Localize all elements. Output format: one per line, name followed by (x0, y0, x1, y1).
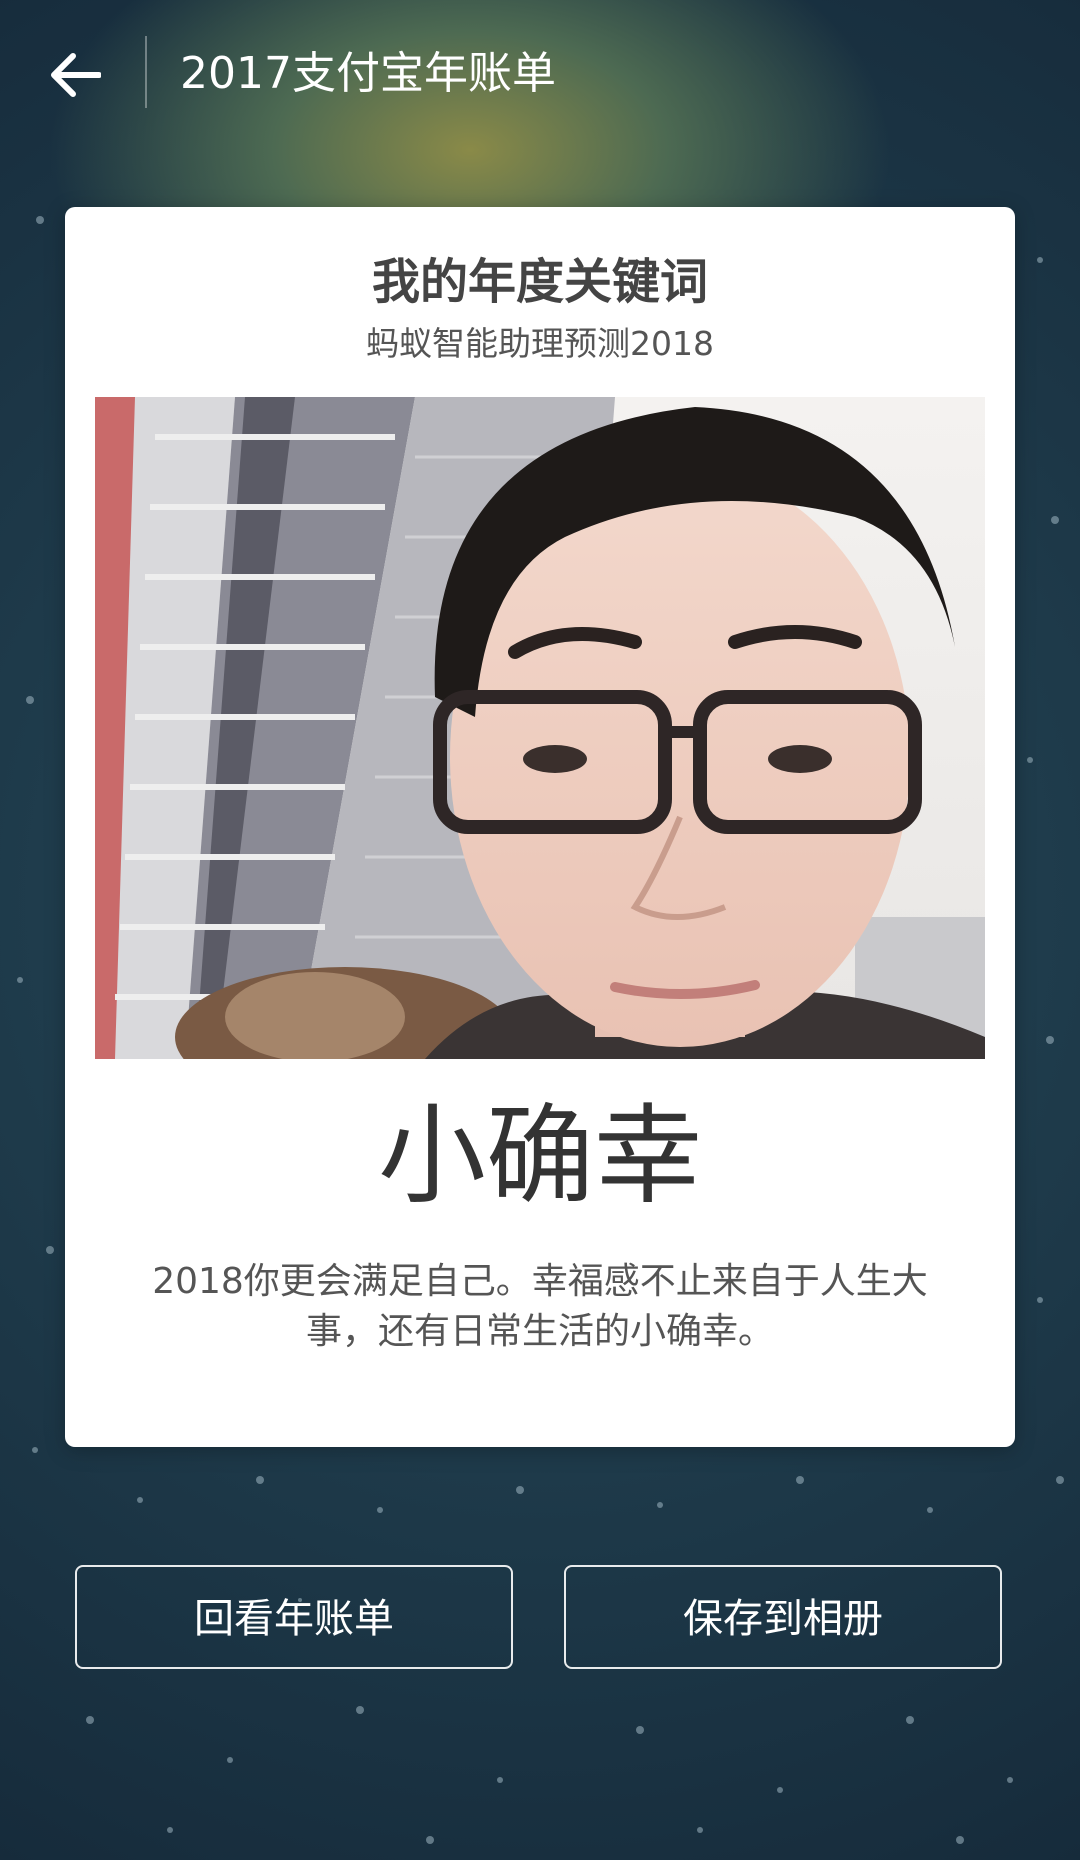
user-photo (95, 397, 985, 1059)
keyword-card: 我的年度关键词 蚂蚁智能助理预测2018 小确幸 2018你更会满足自己。幸福感… (65, 207, 1015, 1447)
review-bill-button[interactable]: 回看年账单 (75, 1565, 513, 1669)
keyword-description: 2018你更会满足自己。幸福感不止来自于人生大事，还有日常生活的小确幸。 (152, 1261, 928, 1352)
header-divider (145, 36, 147, 108)
annual-keyword: 小确幸 (377, 1094, 702, 1219)
page-title: 2017支付宝年账单 (180, 48, 556, 99)
card-subtitle: 蚂蚁智能助理预测2018 (366, 324, 714, 363)
top-bar: 2017支付宝年账单 (0, 0, 1080, 150)
card-title: 我的年度关键词 (371, 254, 708, 310)
save-to-album-button[interactable]: 保存到相册 (564, 1565, 1002, 1669)
arrow-left-icon (51, 53, 101, 97)
back-button[interactable] (40, 40, 110, 110)
